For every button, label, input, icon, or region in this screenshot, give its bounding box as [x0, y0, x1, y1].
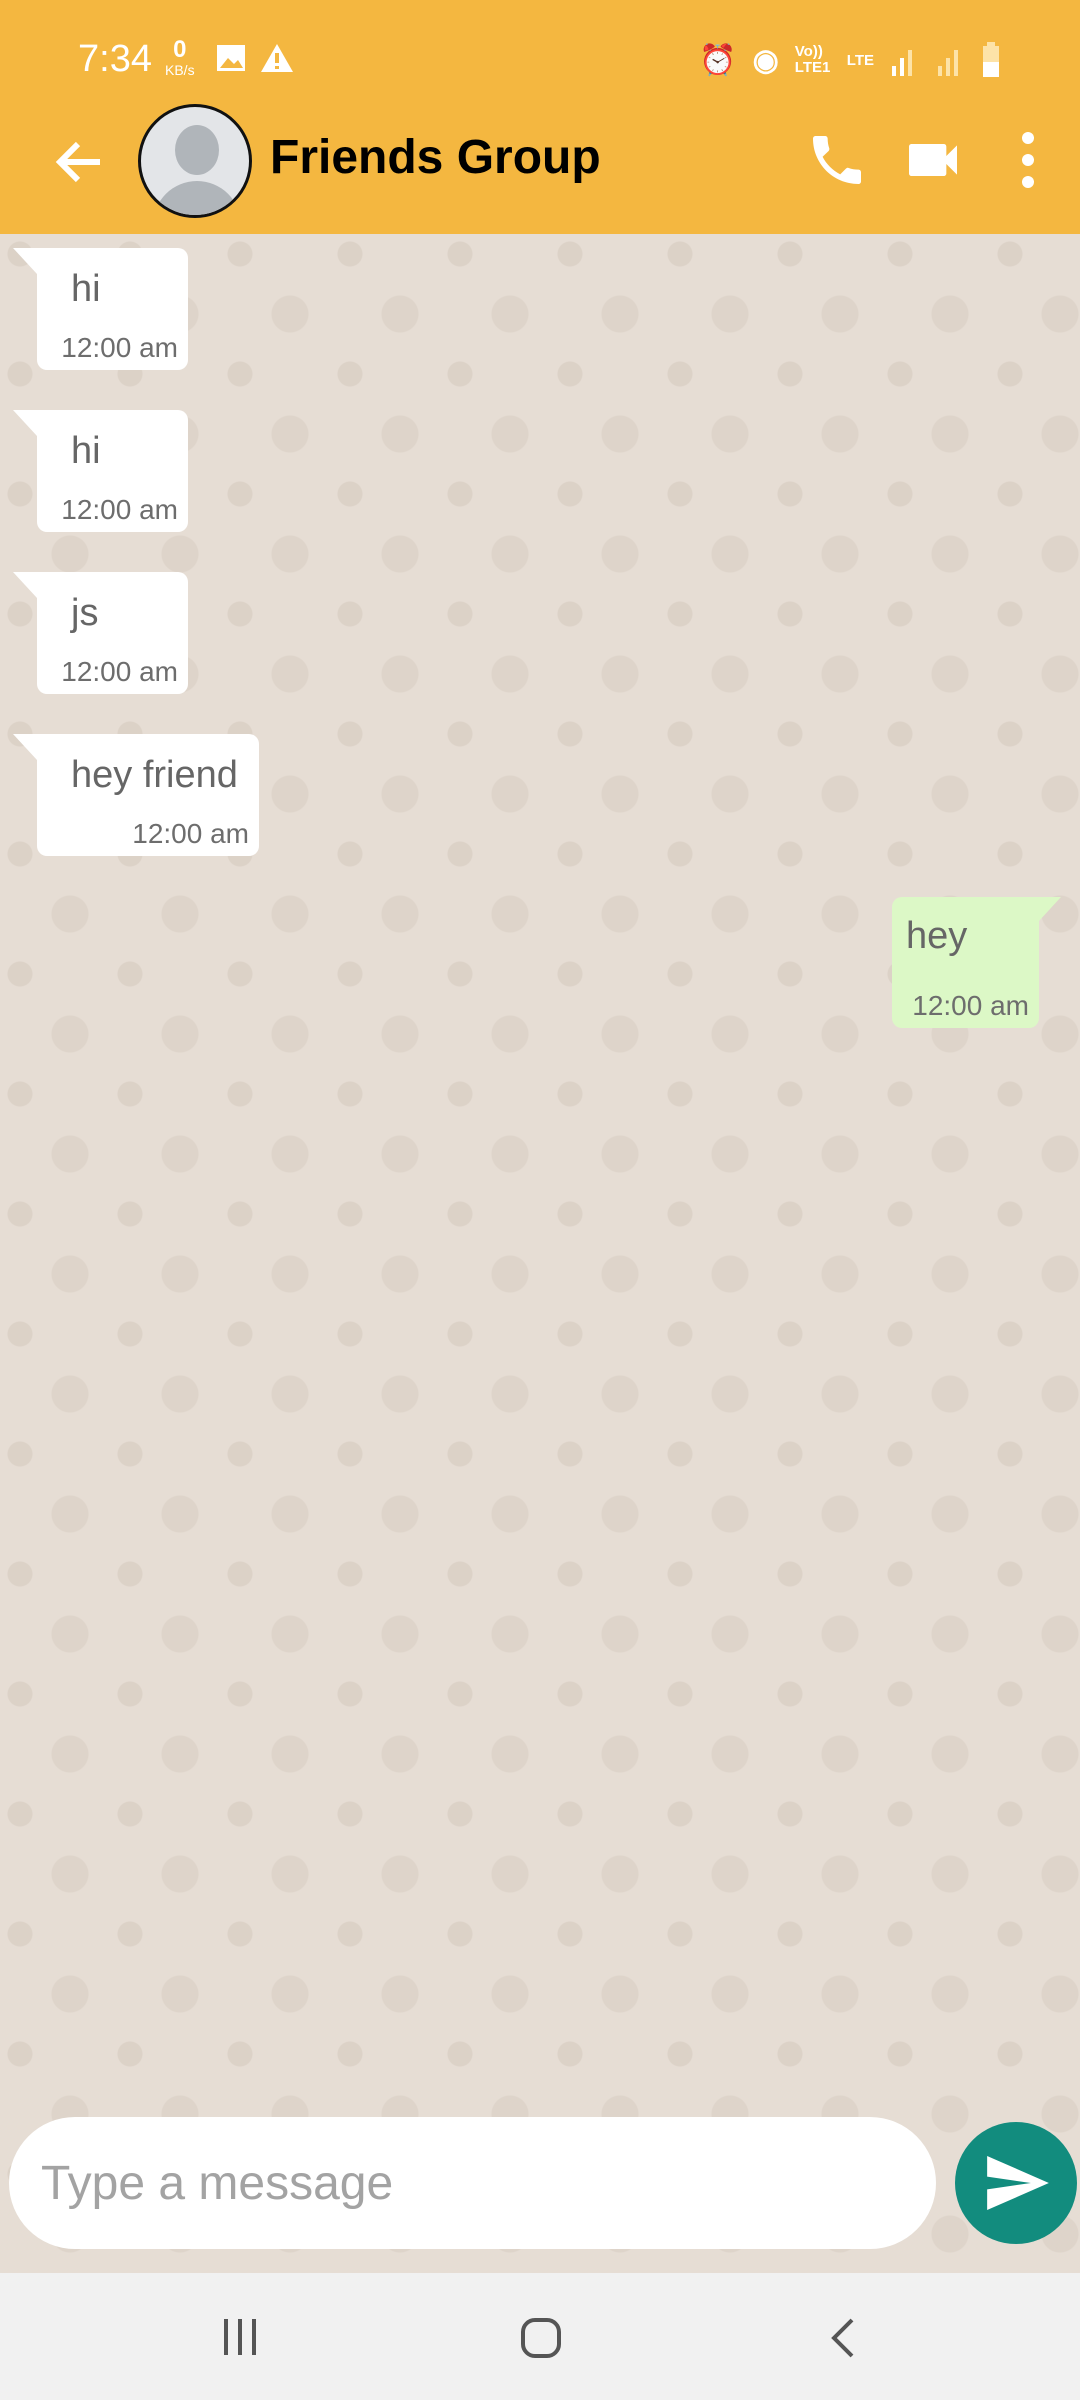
message-bubble[interactable]: js 12:00 am	[13, 572, 188, 694]
net-speed-value: 0	[173, 36, 187, 63]
send-icon	[987, 2156, 1049, 2210]
message-time: 12:00 am	[912, 990, 1029, 1021]
volte-label: Vo)) LTE1	[794, 43, 831, 76]
back-arrow-icon[interactable]	[50, 132, 110, 192]
status-icons: ⏰ ◉ Vo)) LTE1 LTE	[699, 42, 1000, 78]
home-icon[interactable]	[520, 2317, 562, 2359]
system-nav-bar	[0, 2273, 1080, 2400]
message-input[interactable]	[41, 2147, 901, 2219]
battery-icon	[983, 42, 999, 77]
hotspot-icon: ◉	[752, 43, 779, 77]
lte-label: LTE	[846, 51, 874, 69]
chat-title[interactable]: Friends Group	[270, 130, 601, 185]
video-call-icon[interactable]	[900, 128, 966, 192]
message-text: js	[71, 592, 99, 634]
send-button[interactable]	[955, 2122, 1077, 2244]
chat-toolbar: Friends Group	[0, 100, 1080, 222]
back-nav-icon[interactable]	[828, 2317, 858, 2359]
sent-message-bubble[interactable]: hey 12:00 am	[892, 897, 1061, 1028]
message-text: hi	[71, 268, 101, 310]
phone-icon[interactable]	[805, 128, 869, 192]
message-text: hey	[906, 915, 968, 957]
chat-wallpaper	[0, 234, 1080, 2273]
alarm-icon: ⏰	[699, 43, 737, 77]
message-bubble[interactable]: hi 12:00 am	[13, 410, 188, 532]
message-time: 12:00 am	[61, 494, 178, 525]
image-icon	[217, 45, 245, 71]
net-speed-unit: KB/s	[165, 62, 195, 78]
signal-icon	[892, 50, 912, 76]
group-avatar[interactable]	[138, 104, 252, 218]
status-time: 7:34	[78, 38, 152, 80]
message-text: hey friend	[71, 754, 238, 796]
net-speed: 0 KB/s	[165, 36, 195, 79]
message-bubble[interactable]: hey friend 12:00 am	[13, 734, 259, 856]
warning-icon	[261, 44, 293, 72]
status-bar: 7:34 0 KB/s ⏰ ◉ Vo)) LTE1 LTE	[0, 38, 1080, 86]
recent-apps-icon[interactable]	[220, 2317, 260, 2357]
message-time: 12:00 am	[61, 656, 178, 687]
message-time: 12:00 am	[132, 818, 249, 849]
more-options-icon[interactable]	[1010, 128, 1046, 192]
signal-icon-2	[938, 50, 958, 76]
message-bubble[interactable]: hi 12:00 am	[13, 248, 188, 370]
message-composer[interactable]	[9, 2117, 936, 2249]
message-time: 12:00 am	[61, 332, 178, 363]
app-header: 7:34 0 KB/s ⏰ ◉ Vo)) LTE1 LTE Friends Gro…	[0, 0, 1080, 234]
message-text: hi	[71, 430, 101, 472]
